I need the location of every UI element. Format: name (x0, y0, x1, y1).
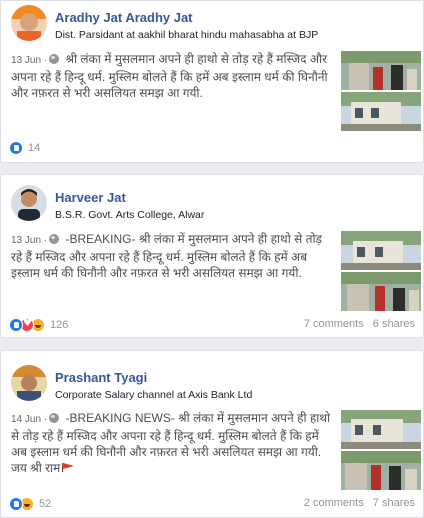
avatar[interactable] (11, 5, 47, 41)
like-reaction-icon (9, 497, 23, 511)
post-card: Prashant Tyagi Corporate Salary channel … (0, 350, 424, 518)
reaction-count: 126 (50, 319, 69, 331)
post-body: -BREAKING NEWS- श्री लंका में मुसलमान अप… (11, 411, 331, 475)
reaction-count: 52 (39, 498, 52, 510)
reaction-summary[interactable]: 126 (9, 318, 68, 332)
comments-count-link[interactable]: 2 comments (304, 497, 364, 509)
post-images[interactable] (341, 231, 421, 313)
shares-count-link[interactable]: 7 shares (373, 497, 415, 509)
post-text: 13 Jun · श्री लंका में मुसलमान अपने ही ह… (11, 52, 328, 100)
post-date[interactable]: 13 Jun (11, 55, 41, 66)
post-images[interactable] (341, 51, 421, 133)
post-card: Harveer Jat B.S.R. Govt. Arts College, A… (0, 174, 424, 338)
post-image[interactable] (341, 410, 421, 449)
post-image[interactable] (341, 272, 421, 311)
post-image[interactable] (341, 92, 421, 131)
post-date[interactable]: 14 Jun (11, 414, 41, 425)
author-subtitle: B.S.R. Govt. Arts College, Alwar (55, 209, 205, 221)
comments-count-link[interactable]: 7 comments (304, 318, 364, 330)
author-name[interactable]: Aradhy Jat Aradhy Jat (55, 10, 193, 25)
news-feed: Aradhy Jat Aradhy Jat Dist. Parsidant at… (0, 0, 424, 518)
engagement-stats: 2 comments 7 shares (298, 497, 415, 509)
engagement-stats (403, 141, 415, 153)
author-name[interactable]: Prashant Tyagi (55, 370, 147, 385)
reaction-summary[interactable]: 14 (9, 141, 40, 155)
post-image[interactable] (341, 231, 421, 270)
reaction-count: 14 (28, 142, 41, 154)
shares-count-link[interactable]: 6 shares (373, 318, 415, 330)
engagement-stats: 7 comments 6 shares (298, 318, 415, 330)
globe-icon (49, 234, 60, 244)
globe-icon (49, 54, 60, 64)
avatar[interactable] (11, 365, 47, 401)
globe-icon (49, 413, 60, 423)
post-date[interactable]: 13 Jun (11, 235, 41, 246)
post-text: 14 Jun · -BREAKING NEWS- श्री लंका में म… (11, 411, 331, 475)
avatar[interactable] (11, 185, 47, 221)
like-reaction-icon (9, 318, 23, 332)
author-subtitle: Dist. Parsidant at aakhil bharat hindu m… (55, 29, 319, 41)
post-footer: 14 (9, 141, 415, 157)
author-subtitle: Corporate Salary channel at Axis Bank Lt… (55, 389, 253, 401)
post-footer: 126 7 comments 6 shares (9, 318, 415, 334)
post-footer: 52 2 comments 7 shares (9, 497, 415, 513)
like-reaction-icon (9, 141, 23, 155)
reaction-summary[interactable]: 52 (9, 497, 51, 511)
post-image[interactable] (341, 451, 421, 490)
post-text: 13 Jun · -BREAKING- श्री लंका में मुसलमा… (11, 232, 322, 280)
author-name[interactable]: Harveer Jat (55, 190, 126, 205)
post-images[interactable] (341, 410, 421, 492)
saffron-flag-icon (62, 463, 75, 472)
post-image[interactable] (341, 51, 421, 90)
post-card: Aradhy Jat Aradhy Jat Dist. Parsidant at… (0, 0, 424, 163)
